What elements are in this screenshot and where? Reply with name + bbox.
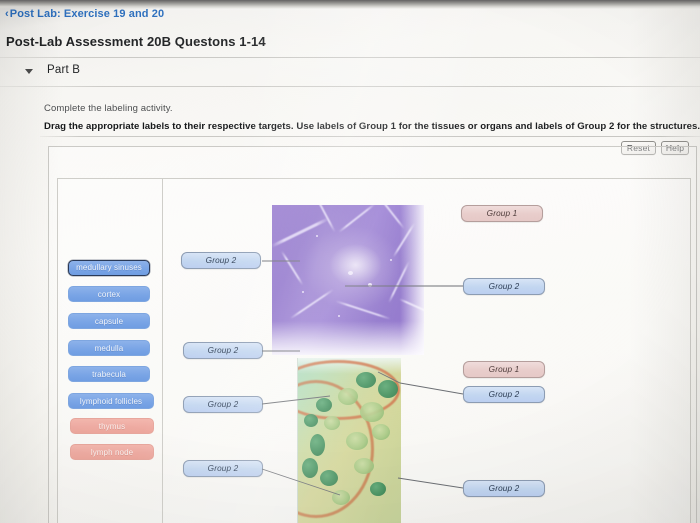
drop-target-upper-right-group1[interactable]: Group 1 bbox=[461, 205, 543, 222]
instruction-line-1: Complete the labeling activity. bbox=[44, 103, 173, 114]
drop-target-mid-left-group2[interactable]: Group 2 bbox=[183, 342, 263, 359]
divider-instructions bbox=[40, 136, 700, 137]
instruction-line-2: Drag the appropriate labels to their res… bbox=[44, 121, 700, 132]
drop-target-upper-right-group2[interactable]: Group 2 bbox=[463, 278, 545, 295]
drop-target-upper-left-group2[interactable]: Group 2 bbox=[181, 252, 261, 269]
part-section-label: Part B bbox=[47, 64, 81, 76]
breadcrumb[interactable]: ‹Post Lab: Exercise 19 and 20 bbox=[5, 8, 164, 20]
breadcrumb-label: Post Lab: Exercise 19 and 20 bbox=[9, 8, 165, 20]
micrograph-purple-lymphoid-tissue bbox=[272, 205, 424, 355]
micrograph-green-lymph-node bbox=[297, 358, 401, 523]
part-section-header[interactable]: Part B bbox=[0, 60, 700, 86]
label-chip-lymphoid-follicles[interactable]: lymphoid follicles bbox=[68, 393, 154, 409]
drop-target-bottom-right-group2[interactable]: Group 2 bbox=[463, 480, 545, 497]
drop-target-mid-right-group1[interactable]: Group 1 bbox=[463, 361, 545, 378]
caret-down-icon[interactable] bbox=[25, 69, 33, 74]
label-chip-thymus[interactable]: thymus bbox=[70, 418, 154, 434]
chevron-left-icon: ‹ bbox=[5, 8, 9, 20]
label-chip-trabecula[interactable]: trabecula bbox=[68, 366, 150, 382]
label-chip-medulla[interactable]: medulla bbox=[68, 340, 150, 356]
page-title: Post-Lab Assessment 20B Questons 1-14 bbox=[6, 34, 266, 49]
drop-target-mid-right-group2[interactable]: Group 2 bbox=[463, 386, 545, 403]
label-chip-medullary-sinuses[interactable]: medullary sinuses bbox=[68, 260, 150, 276]
divider-part bbox=[0, 86, 700, 87]
label-bank-divider bbox=[162, 178, 163, 523]
drop-target-bottom-left-group2[interactable]: Group 2 bbox=[183, 460, 263, 477]
divider-top bbox=[0, 57, 700, 58]
label-chip-lymph-node[interactable]: lymph node bbox=[70, 444, 154, 460]
label-chip-capsule[interactable]: capsule bbox=[68, 313, 150, 329]
drop-target-lower-left-group2[interactable]: Group 2 bbox=[183, 396, 263, 413]
label-chip-cortex[interactable]: cortex bbox=[68, 286, 150, 302]
